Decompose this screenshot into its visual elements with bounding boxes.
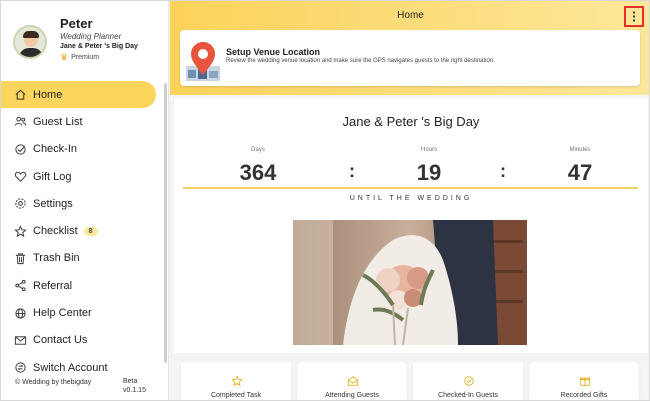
event-title: Jane & Peter 's Big Day xyxy=(342,114,480,129)
minutes-label: Minutes xyxy=(569,147,591,153)
stat-recorded-gifts[interactable]: Recorded Gifts xyxy=(529,362,639,400)
sidebar-item-label: Referral xyxy=(33,279,73,292)
profile-tier: ♛ Premium xyxy=(60,53,99,62)
more-vertical-icon xyxy=(632,11,636,22)
sidebar-item-help-center[interactable]: Help Center xyxy=(1,299,161,326)
guests-icon xyxy=(13,115,27,129)
sidebar-item-referral[interactable]: Referral xyxy=(1,272,161,299)
sidebar-item-guest-list[interactable]: Guest List xyxy=(1,108,161,135)
page-header: Home Setup Venue Location Review the wed… xyxy=(170,1,649,95)
copyright-text: © Wedding by thebigday xyxy=(15,379,92,386)
avatar xyxy=(13,25,47,59)
sidebar-item-label: Help Center xyxy=(33,307,92,320)
wedding-photo xyxy=(293,220,527,345)
profile-card[interactable]: Peter Wedding Planner Jane & Peter 's Bi… xyxy=(13,15,163,65)
sidebar-item-home[interactable]: Home xyxy=(1,81,156,109)
mail-icon xyxy=(13,333,27,347)
countdown-divider xyxy=(183,187,638,189)
gift-icon xyxy=(579,377,591,386)
time-separator: : xyxy=(349,161,355,181)
checklist-count-badge: 8 xyxy=(83,226,98,236)
minutes-value: 47 xyxy=(567,160,593,185)
hours-label: Hours xyxy=(420,147,437,153)
share-icon xyxy=(13,279,27,293)
sidebar-item-label: Check-In xyxy=(33,143,78,156)
star-icon xyxy=(13,224,27,238)
time-separator: : xyxy=(500,161,506,181)
venue-setup-card[interactable]: Setup Venue Location Review the wedding … xyxy=(180,30,640,86)
sidebar-item-label: Home xyxy=(33,88,63,101)
page-title: Home xyxy=(397,10,424,21)
map-pin-icon xyxy=(186,39,220,81)
stat-checked-in-guests[interactable]: Checked-In Guests xyxy=(413,362,523,400)
days-label: Days xyxy=(251,147,265,153)
more-menu-button[interactable] xyxy=(624,6,644,27)
stat-label: Recorded Gifts xyxy=(560,392,608,399)
sidebar-item-label: Settings xyxy=(33,197,73,210)
profile-role: Wedding Planner xyxy=(60,32,122,41)
sidebar-item-checklist[interactable]: Checklist 8 xyxy=(1,217,161,244)
sidebar-nav: Home Guest List Check-In Gift Log Settin… xyxy=(1,81,161,381)
home-icon xyxy=(13,88,27,102)
sidebar-item-label: Switch Account xyxy=(33,361,108,374)
sidebar-item-label: Guest List xyxy=(33,115,83,128)
switch-account-icon xyxy=(13,361,27,375)
profile-event: Jane & Peter 's Big Day xyxy=(60,43,138,50)
profile-name: Peter xyxy=(60,16,93,31)
check-circle-icon xyxy=(464,376,474,386)
trash-icon xyxy=(13,251,27,265)
version-info: Beta v0.1.15 xyxy=(123,377,146,395)
sidebar-item-label: Checklist xyxy=(33,225,78,238)
sidebar: Peter Wedding Planner Jane & Peter 's Bi… xyxy=(1,1,169,400)
heart-icon xyxy=(13,170,27,184)
version-number: v0.1.15 xyxy=(123,387,146,394)
sidebar-item-check-in[interactable]: Check-In xyxy=(1,136,161,163)
stat-label: Attending Guests xyxy=(325,392,379,399)
venue-card-title: Setup Venue Location xyxy=(226,47,321,57)
sidebar-item-settings[interactable]: Settings xyxy=(1,190,161,217)
stat-label: Completed Task xyxy=(210,392,262,399)
venue-card-description: Review the wedding venue location and ma… xyxy=(226,58,495,64)
app-window: Peter Wedding Planner Jane & Peter 's Bi… xyxy=(0,0,650,401)
sidebar-item-label: Trash Bin xyxy=(33,252,80,265)
stat-attending-guests[interactable]: Attending Guests xyxy=(297,362,407,400)
star-icon xyxy=(231,375,243,387)
days-value: 364 xyxy=(239,160,277,185)
globe-icon xyxy=(13,306,27,320)
hours-value: 19 xyxy=(416,160,442,185)
version-label: Beta xyxy=(123,378,138,385)
mail-open-icon xyxy=(347,376,359,386)
check-in-icon xyxy=(13,142,27,156)
crown-icon: ♛ xyxy=(60,52,69,62)
countdown-panel: Jane & Peter 's Big Day Days 364 : Hours… xyxy=(174,98,648,353)
until-wedding-text: UNTIL THE WEDDING xyxy=(349,195,473,202)
sidebar-item-gift-log[interactable]: Gift Log xyxy=(1,163,161,190)
sidebar-scrollbar[interactable] xyxy=(164,83,167,363)
gear-icon xyxy=(13,197,27,211)
sidebar-item-label: Contact Us xyxy=(33,334,88,347)
stat-label: Checked-In Guests xyxy=(438,392,498,399)
sidebar-item-label: Gift Log xyxy=(33,170,72,183)
sidebar-item-trash-bin[interactable]: Trash Bin xyxy=(1,245,161,272)
stat-completed-task[interactable]: Completed Task xyxy=(181,362,291,400)
sidebar-item-contact-us[interactable]: Contact Us xyxy=(1,327,161,354)
tier-label: Premium xyxy=(71,54,100,61)
